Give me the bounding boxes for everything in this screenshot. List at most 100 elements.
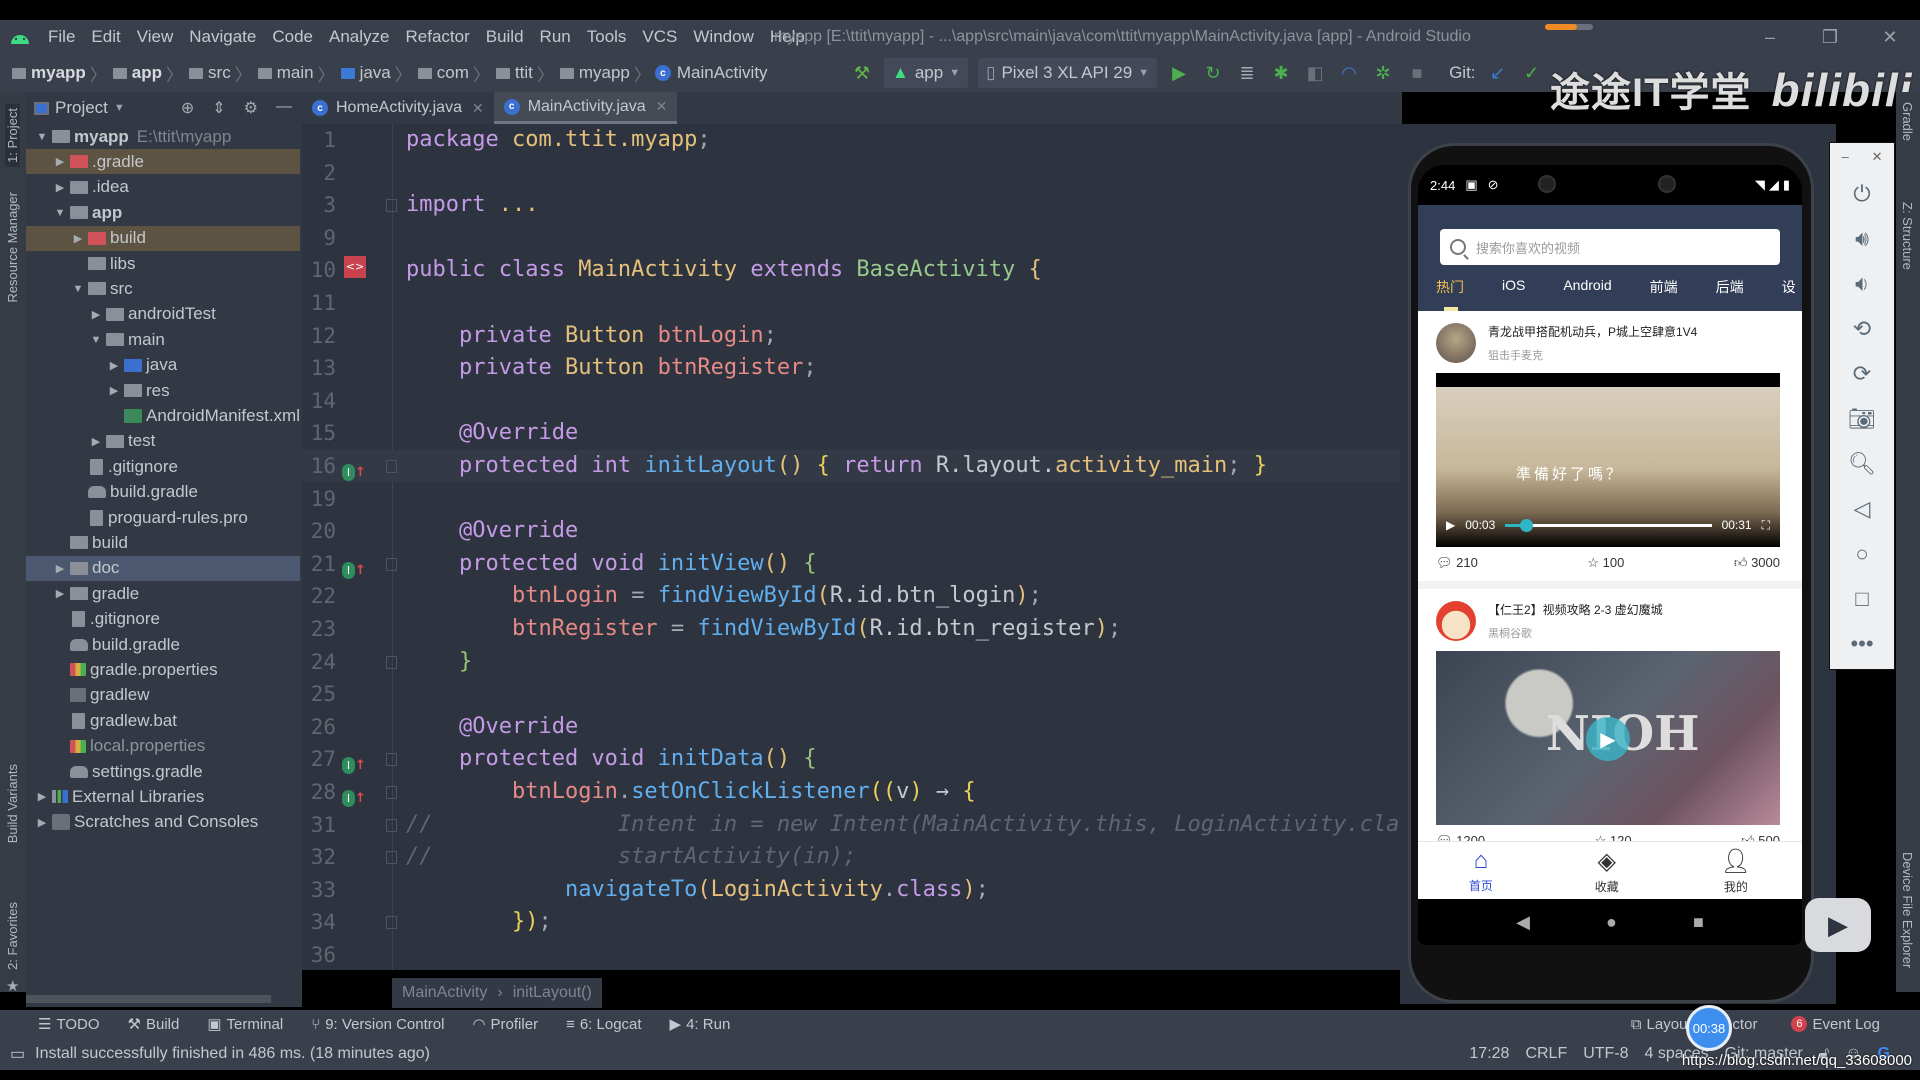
- expand-arrow-right-icon[interactable]: ▶: [88, 435, 104, 448]
- expand-arrow-down-icon[interactable]: ▼: [88, 334, 104, 346]
- like-stat[interactable]: 👍︎ 3000: [1734, 555, 1780, 571]
- menu-tools[interactable]: Tools: [579, 27, 635, 47]
- fold-toggle-icon[interactable]: [386, 916, 397, 930]
- category-tab[interactable]: 前端: [1632, 277, 1698, 305]
- status-message[interactable]: Install successfully finished in 486 ms.…: [35, 1045, 430, 1063]
- menu-run[interactable]: Run: [532, 27, 579, 47]
- fold-toggle-icon[interactable]: [386, 199, 397, 213]
- video-search-input[interactable]: 搜索你喜欢的视频: [1440, 229, 1780, 265]
- tool-terminal[interactable]: ▣ Terminal: [207, 1015, 283, 1034]
- tool-todo[interactable]: ☰ TODO: [38, 1015, 100, 1034]
- volume-down-icon[interactable]: 🔉︎: [1830, 261, 1894, 306]
- tool-run[interactable]: ▶ 4: Run: [670, 1015, 731, 1034]
- category-tab[interactable]: iOS: [1484, 277, 1545, 305]
- tree-item[interactable]: libs: [26, 251, 300, 276]
- fold-toggle-icon[interactable]: [386, 851, 397, 865]
- code-line[interactable]: 25: [302, 678, 1400, 710]
- line-number[interactable]: 26: [302, 711, 336, 743]
- profile-icon[interactable]: ◠: [1337, 63, 1361, 84]
- tree-item[interactable]: settings.gradle: [26, 759, 300, 784]
- code-line[interactable]: 22 btnLogin = findViewById(R.id.btn_logi…: [302, 580, 1400, 612]
- code-line[interactable]: 12 private Button btnLogin;: [302, 320, 1400, 352]
- overview-icon[interactable]: □: [1830, 576, 1894, 621]
- tree-item[interactable]: .gitignore: [26, 607, 300, 632]
- more-icon[interactable]: •••: [1830, 621, 1894, 666]
- tool-version-control[interactable]: ⑂ 9: Version Control: [311, 1016, 444, 1033]
- expand-arrow-right-icon[interactable]: ▶: [106, 359, 122, 372]
- debug-bug-icon[interactable]: ✱: [1269, 63, 1293, 84]
- related-xml-layout-icon[interactable]: <>: [344, 256, 366, 279]
- tree-item[interactable]: ▶ .idea: [26, 175, 300, 200]
- line-number[interactable]: 10: [302, 254, 336, 286]
- line-separator[interactable]: CRLF: [1525, 1045, 1567, 1063]
- expand-arrow-right-icon[interactable]: ▶: [34, 816, 50, 829]
- tree-item[interactable]: gradlew.bat: [26, 708, 300, 733]
- fold-toggle-icon[interactable]: [386, 460, 397, 473]
- code-line[interactable]: 27 I ↑ protected void initData() {: [302, 743, 1400, 775]
- video-title[interactable]: 青龙战甲搭配机动兵，P城上空肆意1V4: [1488, 323, 1697, 340]
- tree-item[interactable]: ▶ External Libraries: [26, 784, 300, 809]
- video-author[interactable]: 黑桐谷歌: [1488, 625, 1532, 641]
- run-icon[interactable]: ▶: [1167, 63, 1191, 84]
- video-title[interactable]: 【仁王2】视频攻略 2-3 虚幻魔城: [1488, 601, 1663, 618]
- bottom-nav-item[interactable]: ⌂ 首页: [1469, 847, 1493, 894]
- tree-item[interactable]: proguard-rules.pro: [26, 505, 300, 530]
- breadcrumb-item[interactable]: java 〉: [339, 61, 416, 86]
- line-number[interactable]: 11: [302, 287, 336, 319]
- code-editor[interactable]: 1 package com.ttit.myapp; 2 3 import ... 9 10 <…: [302, 124, 1400, 970]
- restore-button[interactable]: ❐: [1800, 20, 1860, 54]
- menu-code[interactable]: Code: [264, 27, 321, 47]
- breadcrumb-class[interactable]: MainActivity: [402, 984, 487, 1002]
- emulator-close-button[interactable]: ✕: [1872, 149, 1883, 165]
- tool-window-structure[interactable]: Z: Structure: [1900, 202, 1915, 270]
- tree-item[interactable]: ▼ myapp E:\ttit\myapp: [26, 124, 300, 149]
- code-line[interactable]: 1 package com.ttit.myapp;: [302, 124, 1400, 156]
- volume-up-icon[interactable]: 🔊︎: [1830, 216, 1894, 261]
- video-card[interactable]: 青龙战甲搭配机动兵，P城上空肆意1V4 狙击手麦克 準備好了嗎？ ▶ 00:03…: [1418, 311, 1802, 581]
- menu-view[interactable]: View: [129, 27, 182, 47]
- code-line[interactable]: 14: [302, 385, 1400, 417]
- fold-toggle-icon[interactable]: [386, 818, 397, 832]
- run-with-coverage-icon[interactable]: ◧: [1303, 63, 1327, 84]
- comment-stat[interactable]: 💬︎ 1200: [1436, 833, 1485, 841]
- line-number[interactable]: 20: [302, 515, 336, 547]
- code-line[interactable]: 34 });: [302, 906, 1400, 938]
- line-number[interactable]: 34: [302, 906, 336, 938]
- chevron-down-icon[interactable]: ▼: [114, 102, 125, 114]
- expand-arrow-down-icon[interactable]: ▼: [34, 131, 50, 143]
- line-number[interactable]: 15: [302, 417, 336, 449]
- tree-item[interactable]: ▶ doc: [26, 555, 300, 581]
- code-line[interactable]: 15 @Override: [302, 417, 1400, 449]
- code-line[interactable]: 20 @Override: [302, 515, 1400, 547]
- code-line[interactable]: 23 btnRegister = findViewById(R.id.btn_r…: [302, 613, 1400, 645]
- expand-arrow-right-icon[interactable]: ▶: [106, 384, 122, 397]
- tool-window-build-variants[interactable]: Build Variants: [5, 764, 20, 843]
- close-tab-icon[interactable]: ✕: [472, 100, 484, 117]
- menu-window[interactable]: Window: [685, 27, 761, 47]
- tool-build[interactable]: ⚒ Build: [128, 1015, 180, 1034]
- editor-tab[interactable]: c HomeActivity.java ✕: [302, 92, 494, 124]
- star-stat[interactable]: ☆ 100: [1587, 555, 1624, 571]
- code-line[interactable]: 36: [302, 939, 1400, 970]
- breadcrumb-item[interactable]: myapp 〉: [558, 61, 655, 86]
- video-author[interactable]: 狙击手麦克: [1488, 347, 1543, 363]
- tree-item[interactable]: build.gradle: [26, 480, 300, 505]
- breadcrumb-item[interactable]: com 〉: [416, 61, 494, 86]
- background-task-progress[interactable]: [1545, 24, 1593, 30]
- expand-arrow-right-icon[interactable]: ▶: [52, 181, 68, 194]
- menu-vcs[interactable]: VCS: [634, 27, 685, 47]
- gear-icon[interactable]: ⚙: [244, 98, 258, 118]
- play-icon[interactable]: ▶: [1446, 518, 1455, 532]
- run-config-select[interactable]: ▲ app ▼: [884, 58, 969, 88]
- expand-arrow-down-icon[interactable]: ▼: [52, 207, 68, 219]
- code-line[interactable]: 33 navigateTo(LoginActivity.class);: [302, 874, 1400, 906]
- code-line[interactable]: 31 // Intent in = new Intent(MainActivity…: [302, 809, 1400, 841]
- author-avatar[interactable]: [1436, 323, 1476, 363]
- tree-item[interactable]: ▶ androidTest: [26, 302, 300, 327]
- expand-arrow-down-icon[interactable]: ▼: [70, 283, 86, 295]
- code-line[interactable]: 13 private Button btnRegister;: [302, 352, 1400, 384]
- expand-arrow-right-icon[interactable]: ▶: [52, 587, 68, 600]
- tool-window-favorites[interactable]: 2: Favorites: [5, 902, 20, 970]
- tree-item[interactable]: ▼ main: [26, 327, 300, 352]
- line-number[interactable]: 3: [302, 189, 336, 221]
